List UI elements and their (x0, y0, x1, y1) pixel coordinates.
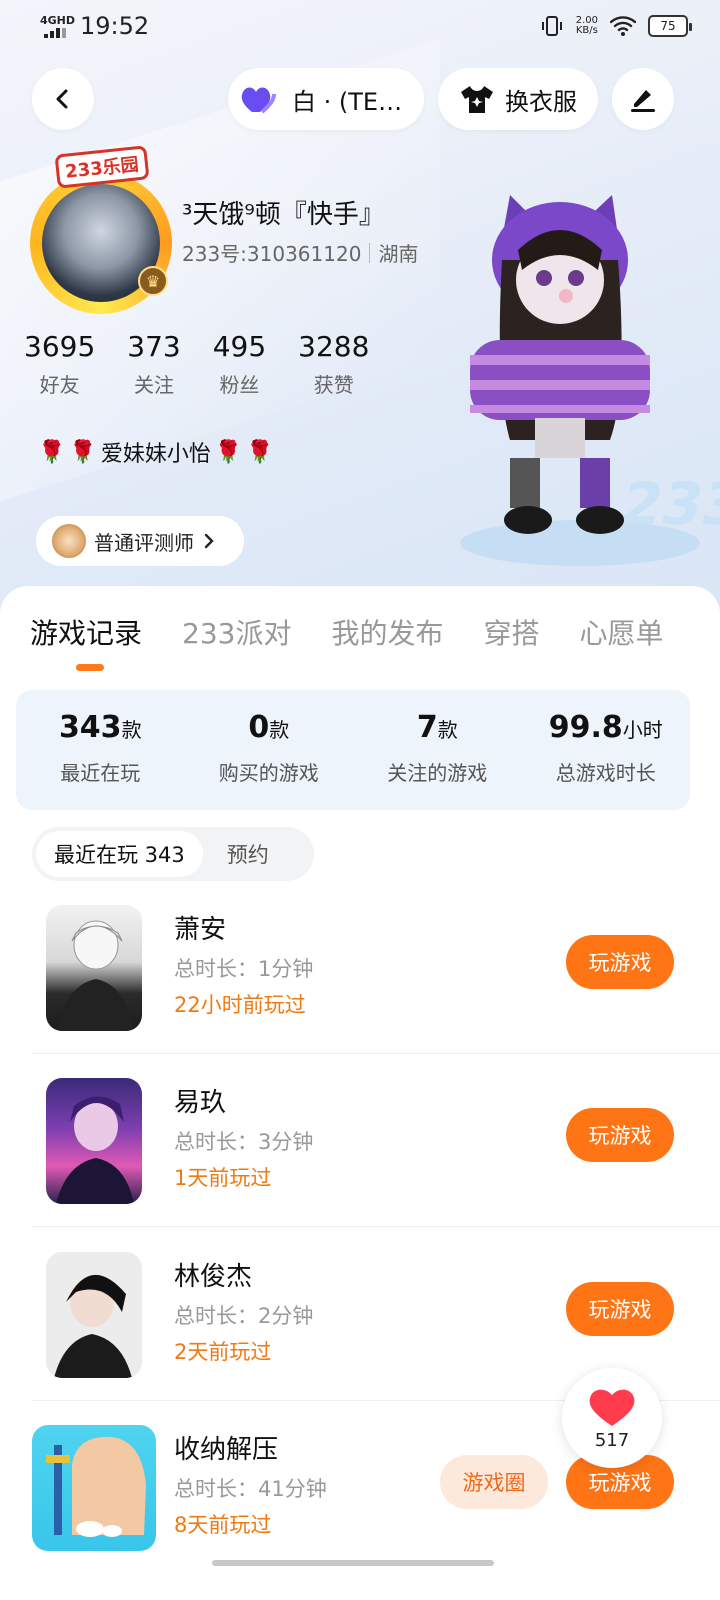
rose-icon: 🌹 (38, 439, 66, 465)
outfit-label: 换衣服 (505, 87, 577, 116)
game-duration: 总时长：41分钟 (174, 1477, 327, 1501)
game-duration: 总时长：1分钟 (174, 957, 314, 981)
bio: 🌹 🌹 爱妹妹小怡 🌹 🌹 (38, 436, 274, 468)
user-region: 湖南 (378, 242, 419, 266)
heart-icon (589, 1389, 635, 1426)
summary-total-time[interactable]: 99.8小时 总游戏时长 (522, 690, 691, 810)
profile-tabs: 游戏记录 233派对 我的发布 穿搭 心愿单 (30, 612, 664, 652)
edit-profile-button[interactable] (612, 68, 674, 130)
clock: 19:52 (80, 12, 150, 40)
chevron-right-icon (204, 533, 214, 549)
game-circle-button[interactable]: 游戏圈 (440, 1455, 548, 1509)
active-tab-indicator (76, 664, 104, 671)
home-indicator[interactable] (212, 1560, 494, 1566)
stat-fans[interactable]: 495 粉丝 (213, 330, 266, 398)
play-game-button[interactable]: 玩游戏 (566, 1282, 674, 1336)
game-last-played: 2天前玩过 (174, 1340, 272, 1364)
like-button[interactable]: 517 (562, 1368, 662, 1468)
stat-friends[interactable]: 3695 好友 (24, 330, 95, 398)
theme-label: 白 · (TE… (292, 87, 403, 116)
list-item[interactable]: 萧安 总时长：1分钟 22小时前玩过 玩游戏 (0, 895, 720, 1055)
game-last-played: 8天前玩过 (174, 1513, 272, 1537)
heart-theme-icon (241, 87, 276, 114)
back-button[interactable] (32, 68, 94, 130)
battery-indicator: 75 (648, 15, 692, 37)
game-thumbnail (46, 1078, 142, 1204)
game-duration: 总时长：2分钟 (174, 1304, 314, 1328)
reviewer-badge[interactable]: 普通评测师 (36, 516, 244, 566)
vibrate-icon (541, 16, 562, 36)
like-count: 517 (594, 1429, 630, 1451)
theme-selector-button[interactable]: 白 · (TE… (228, 68, 424, 130)
game-name: 萧安 (174, 915, 227, 945)
pencil-icon (631, 90, 655, 112)
network-type: 4GHD (40, 14, 76, 27)
game-thumbnail (32, 1425, 156, 1551)
summary-purchased[interactable]: 0款 购买的游戏 (185, 690, 354, 810)
user-id: 233号:310361120 (182, 242, 362, 266)
game-name: 收纳解压 (174, 1435, 279, 1465)
avatar[interactable]: 233乐园 ♛ (18, 144, 178, 314)
game-summary: 343款 最近在玩 0款 购买的游戏 7款 关注的游戏 99.8小时 总游戏时长 (16, 690, 690, 810)
username: ³天饿⁹顿『快手』 (182, 200, 385, 230)
rose-icon: 🌹 (69, 439, 97, 465)
wifi-icon (610, 16, 636, 36)
game-thumbnail (46, 905, 142, 1031)
status-bar: 4GHD 19:52 2.00 KB/s 75 (0, 0, 720, 56)
avatar-character[interactable] (440, 190, 680, 560)
profile-stats: 3695 好友 373 关注 495 粉丝 3288 获赞 (24, 330, 369, 398)
subtab-reserve[interactable]: 预约 (227, 839, 269, 869)
stat-following[interactable]: 373 关注 (127, 330, 180, 398)
list-item[interactable]: 易玖 总时长：3分钟 1天前玩过 玩游戏 (0, 1068, 720, 1228)
game-last-played: 1天前玩过 (174, 1166, 272, 1190)
play-game-button[interactable]: 玩游戏 (566, 1108, 674, 1162)
game-thumbnail (46, 1252, 142, 1378)
change-outfit-button[interactable]: 换衣服 (438, 68, 598, 130)
summary-followed[interactable]: 7款 关注的游戏 (353, 690, 522, 810)
game-duration: 总时长：3分钟 (174, 1130, 314, 1154)
rose-icon: 🌹 (246, 439, 274, 465)
badge-label: 普通评测师 (94, 530, 194, 555)
tab-233-party[interactable]: 233派对 (182, 612, 291, 652)
badge-icon (52, 524, 86, 558)
crown-icon: ♛ (138, 266, 168, 296)
play-game-button[interactable]: 玩游戏 (566, 935, 674, 989)
summary-recent[interactable]: 343款 最近在玩 (16, 690, 185, 810)
shirt-icon (461, 86, 493, 113)
tab-game-records[interactable]: 游戏记录 (30, 612, 142, 652)
tab-outfits[interactable]: 穿搭 (483, 612, 539, 652)
network-speed: 2.00 KB/s (575, 15, 598, 36)
bio-text: 爱妹妹小怡 (100, 442, 211, 467)
game-name: 林俊杰 (174, 1262, 253, 1292)
game-name: 易玖 (174, 1088, 227, 1118)
stat-likes[interactable]: 3288 获赞 (298, 330, 369, 398)
rose-icon: 🌹 (214, 439, 243, 465)
tab-my-posts[interactable]: 我的发布 (331, 612, 443, 652)
tab-wishlist[interactable]: 心愿单 (580, 612, 664, 652)
subtab-switch: 最近在玩 343 预约 (32, 827, 314, 881)
chevron-left-icon (56, 89, 68, 109)
subtab-recent[interactable]: 最近在玩 343 (36, 831, 203, 877)
user-meta: 233号:310361120 湖南 (182, 238, 418, 267)
signal-icon (44, 28, 66, 38)
game-last-played: 22小时前玩过 (174, 993, 306, 1017)
